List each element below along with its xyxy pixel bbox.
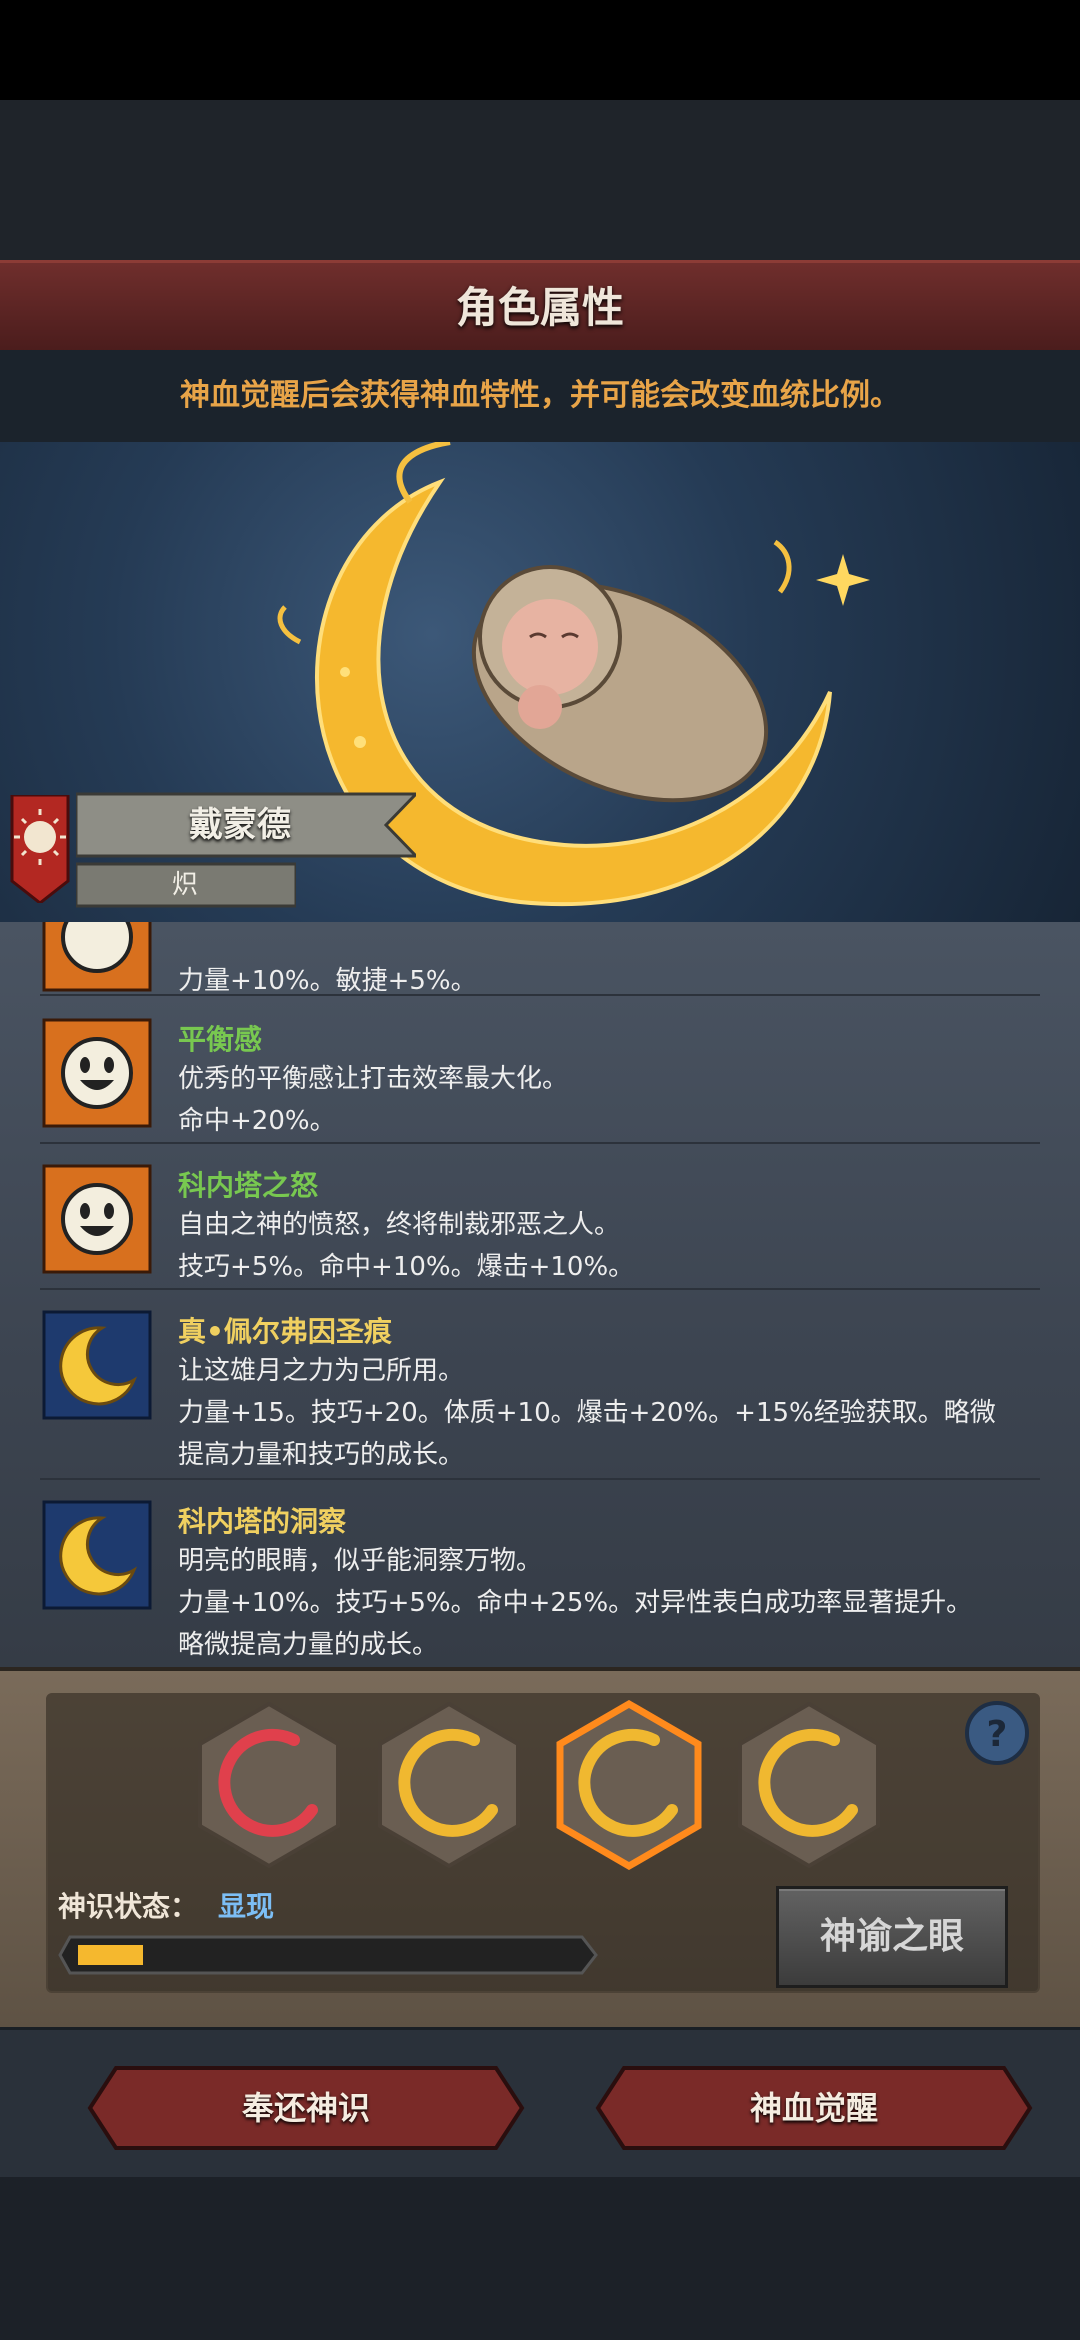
divider <box>40 1288 1040 1290</box>
return-consciousness-label: 奉还神识 <box>241 2089 370 2127</box>
divider <box>40 994 1040 996</box>
page-subtitle: 神血觉醒后会获得神血特性，并可能会改变血统比例。 <box>180 378 900 413</box>
slot-red-crescent[interactable] <box>194 1700 344 1870</box>
status-value: 显现 <box>218 1890 275 1923</box>
slot-gold-crescent-selected[interactable] <box>554 1700 704 1870</box>
trait-name: 真•佩尔弗因圣痕 <box>178 1315 392 1348</box>
oracle-eye-button[interactable]: 神谕之眼 <box>776 1886 1008 1988</box>
svg-text:?: ? <box>987 1714 1008 1755</box>
blood-awaken-button[interactable]: 神血觉醒 <box>594 2064 1034 2152</box>
trait-effect: 力量+10%。敏捷+5%。 <box>178 966 477 996</box>
title-band: 角色属性 <box>0 260 1080 356</box>
slot-gold-crescent-2[interactable] <box>734 1700 884 1870</box>
subtitle-band: 神血觉醒后会获得神血特性，并可能会改变血统比例。 <box>0 350 1080 442</box>
trait-name: 科内塔的洞察 <box>178 1505 347 1538</box>
trait-description: 自由之神的愤怒，终将制裁邪恶之人。 <box>178 1210 621 1240</box>
divider <box>40 1478 1040 1480</box>
trait-description: 优秀的平衡感让打击效率最大化。 <box>178 1064 569 1094</box>
trait-effect: 技巧+5%。命中+10%。爆击+10%。 <box>178 1252 635 1282</box>
blood-awaken-label: 神血觉醒 <box>749 2089 878 2127</box>
consciousness-progress-bar <box>58 1935 598 1975</box>
navigation-padding <box>0 2177 1080 2340</box>
trait-name: 平衡感 <box>178 1023 263 1056</box>
top-padding <box>0 100 1080 260</box>
status-label: 神识状态： <box>58 1890 199 1923</box>
trait-description: 明亮的眼睛，似乎能洞察万物。 <box>178 1546 543 1576</box>
trait-effect-continued: 略微提高力量的成长。 <box>178 1630 439 1660</box>
trait-name: 科内塔之怒 <box>178 1169 319 1202</box>
oracle-eye-label: 神谕之眼 <box>819 1916 964 1957</box>
status-bar <box>0 0 1080 100</box>
divider <box>40 1142 1040 1144</box>
trait-effect: 命中+20%。 <box>178 1106 336 1136</box>
trait-list[interactable]: 力量+10%。敏捷+5%。 平衡感 优秀的平衡感让打击效率最大化。 命中+20%… <box>0 922 1080 1667</box>
help-icon[interactable]: ? <box>964 1700 1030 1766</box>
crescent-moon-icon <box>42 1500 152 1610</box>
sun-face-icon <box>42 1164 152 1274</box>
trait-effect: 力量+15。技巧+20。体质+10。爆击+20%。+15%经验获取。略微 <box>178 1398 996 1428</box>
slot-gold-crescent-1[interactable] <box>374 1700 524 1870</box>
return-consciousness-button[interactable]: 奉还神识 <box>86 2064 526 2152</box>
sun-face-icon <box>42 1018 152 1128</box>
sun-emblem-icon <box>10 795 70 903</box>
sun-face-icon <box>42 922 152 992</box>
character-name: 戴蒙德 <box>189 805 291 845</box>
character-element: 炽 <box>171 870 198 900</box>
trait-effect-continued: 提高力量和技巧的成长。 <box>178 1440 465 1470</box>
screen: 角色属性 神血觉醒后会获得神血特性，并可能会改变血统比例。 戴蒙德 炽 力量+1… <box>0 0 1080 2340</box>
crescent-moon-icon <box>42 1310 152 1420</box>
page-title: 角色属性 <box>455 283 624 332</box>
trait-effect: 力量+10%。技巧+5%。命中+25%。对异性表白成功率显著提升。 <box>178 1588 973 1618</box>
progress-fill <box>78 1945 143 1965</box>
trait-description: 让这雄月之力为己所用。 <box>178 1356 465 1386</box>
